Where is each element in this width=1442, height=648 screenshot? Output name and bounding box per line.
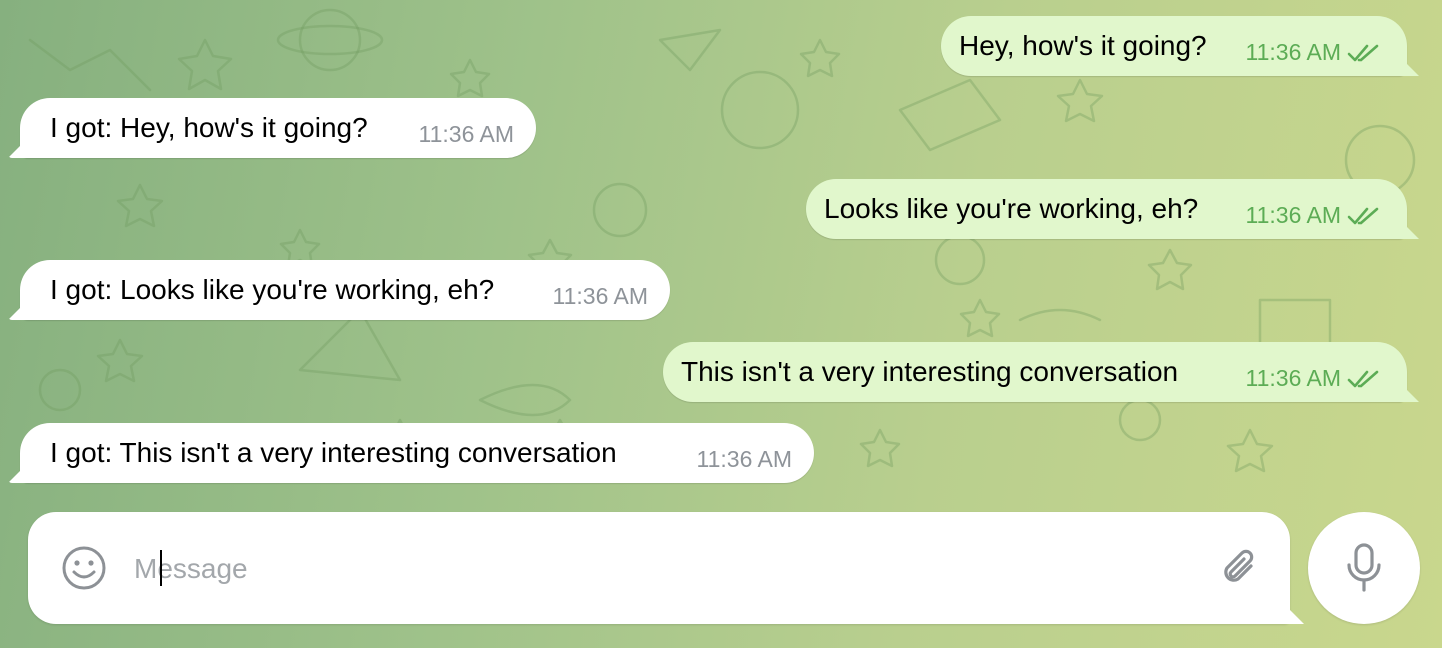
attach-button[interactable]	[1218, 546, 1264, 592]
double-check-icon	[1347, 370, 1379, 387]
double-check-icon	[1347, 44, 1379, 61]
incoming-message[interactable]: I got: Hey, how's it going? 11:36 AM	[20, 98, 536, 158]
message-meta: 11:36 AM	[1246, 202, 1381, 229]
message-text: Looks like you're working, eh?	[824, 193, 1199, 224]
message-time: 11:36 AM	[552, 283, 648, 309]
message-meta: 11:36 AM	[697, 446, 792, 473]
paperclip-icon	[1224, 549, 1254, 582]
message-meta: 11:36 AM	[553, 283, 648, 310]
voice-record-button[interactable]	[1308, 512, 1420, 624]
message-time: 11:36 AM	[1245, 365, 1341, 391]
message-meta: 11:36 AM	[419, 121, 514, 148]
message-time: 11:36 AM	[418, 121, 514, 147]
incoming-message[interactable]: I got: Looks like you're working, eh? 11…	[20, 260, 670, 320]
emoji-button[interactable]	[60, 544, 108, 592]
outgoing-message[interactable]: This isn't a very interesting conversati…	[663, 342, 1407, 402]
message-meta: 11:36 AM	[1246, 39, 1381, 66]
double-check-icon	[1347, 207, 1379, 224]
text-cursor	[160, 550, 162, 586]
message-text: This isn't a very interesting conversati…	[681, 356, 1179, 387]
message-time: 11:36 AM	[1245, 39, 1341, 65]
message-input[interactable]	[132, 546, 1196, 592]
message-text: I got: This isn't a very interesting con…	[50, 437, 617, 468]
message-text: I got: Hey, how's it going?	[50, 112, 368, 143]
microphone-icon	[1347, 543, 1381, 592]
outgoing-message[interactable]: Looks like you're working, eh? 11:36 AM	[806, 179, 1407, 239]
message-text: Hey, how's it going?	[959, 30, 1207, 61]
message-time: 11:36 AM	[696, 446, 792, 472]
message-text: I got: Looks like you're working, eh?	[50, 274, 495, 305]
message-time: 11:36 AM	[1245, 202, 1341, 228]
smiley-icon	[62, 546, 106, 590]
outgoing-message[interactable]: Hey, how's it going? 11:36 AM	[941, 16, 1407, 76]
message-composer	[28, 512, 1290, 624]
incoming-message[interactable]: I got: This isn't a very interesting con…	[20, 423, 814, 483]
message-meta: 11:36 AM	[1246, 365, 1381, 392]
